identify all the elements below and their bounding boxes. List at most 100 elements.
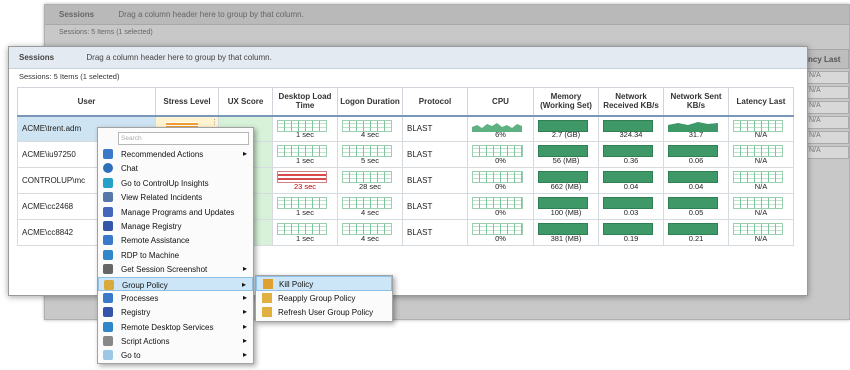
cell-logon: 28 sec (337, 167, 403, 194)
col-header-cpu[interactable]: CPU (467, 87, 534, 117)
menu-item-kill-policy[interactable]: Kill Policy (256, 276, 392, 291)
cell-menu-icon[interactable]: ⋮ (211, 119, 218, 126)
logon-value: 4 sec (361, 208, 379, 217)
incidents-icon (103, 192, 113, 203)
col-header-desktop-load[interactable]: Desktop Load Time (272, 87, 338, 117)
cell-memory: 381 (MB) (533, 219, 599, 246)
menu-item-label: Reapply Group Policy (278, 293, 356, 303)
menu-item-screenshot[interactable]: Get Session Screenshot ▸ (98, 262, 253, 276)
registry-icon (103, 307, 113, 318)
latency-value: N/A (754, 156, 768, 165)
cell-latency: N/A (728, 219, 794, 246)
menu-item-label: Remote Assistance (121, 236, 190, 246)
menu-item-chat[interactable]: Chat (98, 161, 253, 175)
bg-latency-column: ncy Last N/A N/A N/A N/A N/A N/A (805, 49, 849, 159)
context-menu-search[interactable]: Search (118, 132, 249, 145)
bg-latency-cell: N/A (805, 116, 849, 129)
bg-session-count: Sessions: 5 Items (1 selected) (59, 29, 153, 36)
registry-icon (103, 220, 113, 231)
cell-latency: N/A (728, 141, 794, 168)
bg-latency-cell: N/A (805, 101, 849, 114)
cell-memory: 662 (MB) (533, 167, 599, 194)
chevron-right-icon: ▸ (242, 149, 247, 158)
cell-cpu: 0% (467, 141, 534, 168)
col-header-net-tx[interactable]: Network Sent KB/s (663, 87, 729, 117)
menu-item-label: Processes (121, 293, 159, 303)
menu-item-label: Group Policy (122, 280, 168, 290)
cell-protocol: BLAST (402, 167, 468, 194)
cell-memory: 100 (MB) (533, 193, 599, 220)
menu-item-label: Go to (121, 351, 141, 361)
menu-item-label: RDP to Machine (121, 250, 180, 260)
cell-logon: 4 sec (337, 219, 403, 246)
col-header-protocol[interactable]: Protocol (402, 87, 468, 117)
col-header-stress[interactable]: Stress Level (155, 87, 219, 117)
cell-desktop-load: 1 sec (272, 115, 338, 142)
cell-net-rx: 0.19 (598, 219, 664, 246)
cpu-value: 0% (495, 208, 506, 217)
bg-latency-cell: N/A (805, 71, 849, 84)
col-header-logon[interactable]: Logon Duration (337, 87, 403, 117)
net-rx-value: 0.04 (623, 182, 639, 191)
cell-cpu: 0% (467, 219, 534, 246)
menu-item-registry[interactable]: Registry ▸ (98, 305, 253, 319)
script-icon (103, 336, 113, 347)
group-policy-submenu: Kill Policy Reapply Group Policy Refresh… (255, 275, 393, 322)
cell-protocol: BLAST (402, 219, 468, 246)
menu-item-reapply-policy[interactable]: Reapply Group Policy (256, 291, 392, 306)
assistance-icon (103, 235, 113, 246)
memory-value: 56 (MB) (552, 156, 580, 165)
net-tx-value: 0.21 (688, 234, 704, 243)
logon-value: 4 sec (361, 130, 379, 139)
cell-cpu: 0% (467, 167, 534, 194)
menu-item-programs[interactable]: Manage Programs and Updates (98, 205, 253, 219)
cell-desktop-load: 1 sec (272, 141, 338, 168)
grouping-bar[interactable]: Sessions Drag a column header here to gr… (9, 47, 807, 69)
desktop-load-value: 1 sec (296, 234, 314, 243)
menu-item-rdp[interactable]: RDP to Machine (98, 248, 253, 262)
memory-value: 662 (MB) (550, 182, 582, 191)
bg-title: Sessions (59, 10, 95, 19)
cpu-value: 0% (495, 234, 506, 243)
chat-icon (103, 163, 113, 174)
star-icon (103, 149, 113, 159)
cell-latency: N/A (728, 115, 794, 142)
menu-item-go-to[interactable]: Go to ▸ (98, 348, 253, 362)
col-header-net-rx[interactable]: Network Received KB/s (598, 87, 664, 117)
menu-item-script-actions[interactable]: Script Actions ▸ (98, 334, 253, 348)
menu-item-processes[interactable]: Processes ▸ (98, 291, 253, 305)
col-header-user[interactable]: User (17, 87, 156, 117)
col-header-memory[interactable]: Memory (Working Set) (533, 87, 599, 117)
menu-item-manage-registry[interactable]: Manage Registry (98, 219, 253, 233)
chevron-right-icon: ▸ (242, 321, 247, 331)
menu-item-remote-assistance[interactable]: Remote Assistance (98, 233, 253, 247)
goto-icon (103, 350, 113, 361)
menu-item-label: Go to ControlUp Insights (121, 178, 209, 188)
col-header-ux[interactable]: UX Score (218, 87, 273, 117)
cell-logon: 5 sec (337, 141, 403, 168)
latency-value: N/A (754, 234, 768, 243)
desktop-load-value: 1 sec (296, 130, 314, 139)
menu-item-insights[interactable]: Go to ControlUp Insights (98, 176, 253, 190)
cell-net-tx: 0.21 (663, 219, 729, 246)
menu-item-recommended-actions[interactable]: Recommended Actions ▸ (98, 147, 253, 161)
cell-net-tx: 31.7 (663, 115, 729, 142)
col-header-latency[interactable]: Latency Last (728, 87, 794, 117)
menu-item-group-policy[interactable]: Group Policy ▸ (98, 276, 253, 291)
cell-net-rx: 0.04 (598, 167, 664, 194)
desktop-load-value: 23 sec (293, 182, 317, 191)
cpu-value: 6% (495, 130, 506, 139)
cpu-value: 0% (495, 182, 506, 191)
menu-item-label: Script Actions (121, 337, 170, 347)
menu-item-label: Registry (121, 308, 151, 318)
menu-item-incidents[interactable]: View Related Incidents (98, 190, 253, 204)
rdp-icon (103, 249, 113, 260)
table-header-row: User Stress Level UX Score Desktop Load … (17, 87, 794, 117)
refresh-policy-icon (262, 307, 272, 317)
cell-protocol: BLAST (402, 141, 468, 168)
latency-value: N/A (754, 182, 768, 191)
menu-item-label: Remote Desktop Services (121, 322, 214, 332)
menu-item-rds[interactable]: Remote Desktop Services ▸ (98, 320, 253, 334)
logon-value: 28 sec (358, 182, 382, 191)
menu-item-refresh-policy[interactable]: Refresh User Group Policy (256, 305, 392, 320)
